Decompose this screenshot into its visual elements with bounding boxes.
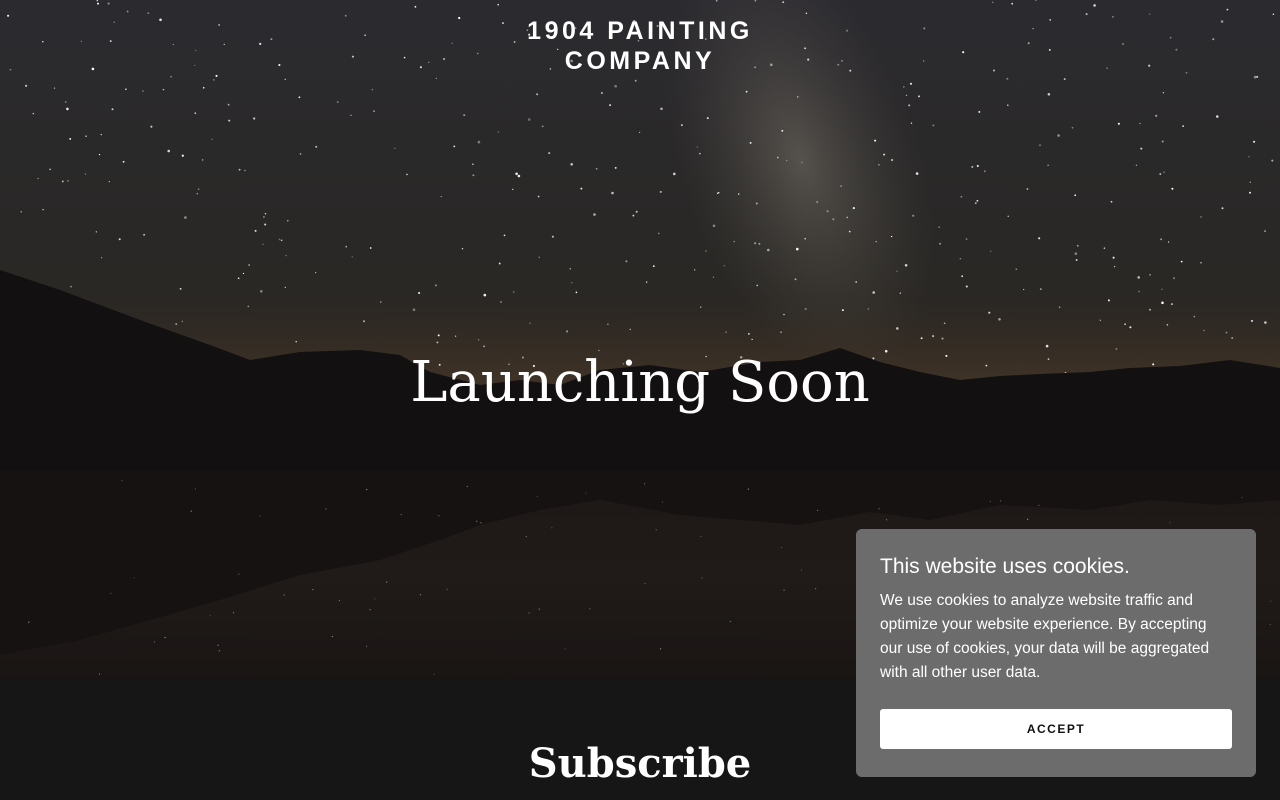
- cookie-banner: This website uses cookies. We use cookie…: [856, 529, 1256, 777]
- site-title-line2: COMPANY: [564, 47, 716, 75]
- accept-cookies-button[interactable]: ACCEPT: [880, 709, 1232, 749]
- cookie-banner-text: We use cookies to analyze website traffi…: [880, 592, 1210, 681]
- cookie-banner-title: This website uses cookies.: [880, 555, 1130, 578]
- site-title-line1: 1904 PAINTING: [527, 17, 753, 45]
- site-title[interactable]: 1904 PAINTING COMPANY: [0, 16, 1280, 76]
- launching-soon-heading: Launching Soon: [410, 350, 870, 415]
